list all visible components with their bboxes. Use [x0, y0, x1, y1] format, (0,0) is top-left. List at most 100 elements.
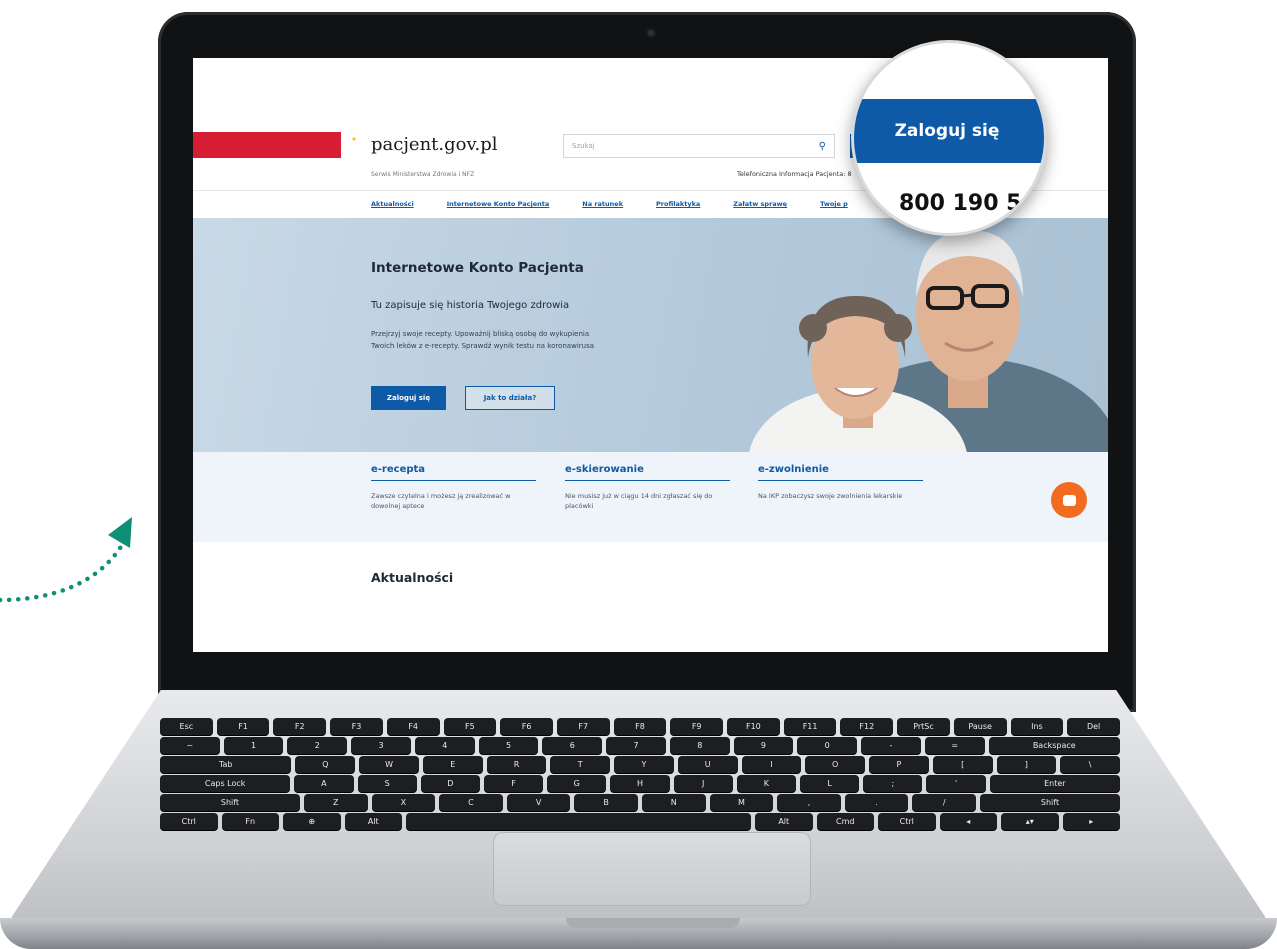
card-title[interactable]: e-recepta	[371, 464, 536, 481]
key[interactable]: X	[371, 794, 436, 811]
key[interactable]: \	[1060, 756, 1120, 773]
key[interactable]: Z	[303, 794, 368, 811]
key[interactable]: ,	[777, 794, 841, 811]
key[interactable]: 9	[733, 737, 794, 754]
key[interactable]: F10	[727, 718, 780, 735]
key[interactable]: Y	[614, 756, 674, 773]
card-title[interactable]: e-zwolnienie	[758, 464, 923, 481]
chat-button[interactable]	[1051, 482, 1087, 518]
key[interactable]: -	[861, 737, 921, 754]
nav-item-profilaktyka[interactable]: Profilaktyka	[656, 200, 700, 208]
key[interactable]: Pause	[953, 718, 1007, 735]
key[interactable]: F6	[500, 718, 553, 735]
key[interactable]: G	[547, 775, 607, 792]
key[interactable]: N	[641, 794, 706, 811]
key[interactable]: S	[357, 775, 417, 792]
key[interactable]: Ins	[1010, 718, 1064, 735]
key[interactable]: F5	[443, 718, 497, 735]
key[interactable]: C	[439, 794, 503, 811]
nav-item-zalatw-sprawe[interactable]: Załatw sprawę	[733, 200, 787, 208]
key[interactable]: P	[869, 756, 929, 773]
key[interactable]: .	[844, 794, 909, 811]
key[interactable]: W	[359, 756, 419, 773]
key[interactable]: J	[673, 775, 733, 792]
key[interactable]: V	[506, 794, 571, 811]
login-button[interactable]: Zaloguj się	[371, 386, 446, 410]
key[interactable]: F4	[386, 718, 440, 735]
key[interactable]: Alt	[344, 813, 402, 830]
key[interactable]: F1	[216, 718, 270, 735]
card-e-recepta[interactable]: e-recepta Zawsze czytelna i możesz ją zr…	[371, 464, 536, 511]
search-input[interactable]: Szukaj ⚲	[563, 134, 835, 158]
key[interactable]: M	[709, 794, 774, 811]
key[interactable]: D	[420, 775, 480, 792]
key[interactable]: ~	[160, 737, 220, 754]
key[interactable]: PrtSc	[897, 718, 950, 735]
key[interactable]: Esc	[160, 718, 213, 735]
key[interactable]: F8	[613, 718, 667, 735]
key[interactable]: /	[912, 794, 977, 811]
key[interactable]: Shift	[980, 794, 1120, 811]
key[interactable]: =	[924, 737, 985, 754]
key[interactable]: ◂	[939, 813, 997, 830]
key[interactable]: 1	[223, 737, 284, 754]
card-e-skierowanie[interactable]: e-skierowanie Nie musisz już w ciągu 14 …	[565, 464, 730, 511]
how-it-works-button[interactable]: Jak to działa?	[465, 386, 555, 410]
search-icon[interactable]: ⚲	[819, 141, 826, 152]
nav-item-twoje-prawa[interactable]: Twoje p	[820, 200, 848, 208]
key[interactable]: L	[800, 775, 860, 792]
key[interactable]: U	[677, 756, 738, 773]
card-title[interactable]: e-skierowanie	[565, 464, 730, 481]
key[interactable]: Caps Lock	[160, 775, 291, 792]
key[interactable]: ▸	[1062, 813, 1120, 830]
key[interactable]: Tab	[160, 756, 292, 773]
key[interactable]: ⊕	[283, 813, 341, 830]
nav-item-ikp[interactable]: Internetowe Konto Pacjenta	[447, 200, 550, 208]
key[interactable]: F	[483, 775, 544, 792]
key[interactable]: O	[805, 756, 866, 773]
key[interactable]: 3	[351, 737, 411, 754]
key[interactable]: F12	[840, 718, 894, 735]
key[interactable]: ▴▾	[1001, 813, 1059, 830]
key[interactable]: Fn	[221, 813, 279, 830]
key[interactable]: 0	[797, 737, 858, 754]
key[interactable]: Q	[295, 756, 356, 773]
card-e-zwolnienie[interactable]: e-zwolnienie Na IKP zobaczysz swoje zwol…	[758, 464, 923, 501]
nav-item-na-ratunek[interactable]: Na ratunek	[582, 200, 623, 208]
key[interactable]: H	[610, 775, 670, 792]
key[interactable]: 7	[606, 737, 666, 754]
key[interactable]: F3	[330, 718, 383, 735]
key[interactable]: [	[932, 756, 993, 773]
key[interactable]: F11	[783, 718, 837, 735]
key[interactable]: Del	[1067, 718, 1120, 735]
key[interactable]: 8	[669, 737, 730, 754]
key[interactable]: 4	[414, 737, 475, 754]
space-key[interactable]	[406, 813, 751, 830]
site-logo[interactable]: pacjent.gov.pl	[371, 134, 498, 155]
key[interactable]: Ctrl	[160, 813, 218, 830]
key[interactable]: T	[550, 756, 611, 773]
key[interactable]: ;	[863, 775, 923, 792]
trackpad[interactable]	[493, 832, 811, 906]
key[interactable]: Backspace	[988, 737, 1120, 754]
key[interactable]: K	[736, 775, 797, 792]
key[interactable]: F9	[670, 718, 724, 735]
key[interactable]: A	[294, 775, 354, 792]
nav-item-aktualnosci[interactable]: Aktualności	[371, 200, 414, 208]
key[interactable]: I	[741, 756, 802, 773]
key[interactable]: Shift	[160, 794, 300, 811]
magnified-login-button[interactable]: Zaloguj się	[854, 99, 1044, 163]
key[interactable]: F7	[556, 718, 610, 735]
key[interactable]: Ctrl	[878, 813, 936, 830]
key[interactable]: 2	[287, 737, 348, 754]
key[interactable]: 6	[542, 737, 603, 754]
key[interactable]: E	[422, 756, 483, 773]
key[interactable]: Alt	[755, 813, 813, 830]
key[interactable]: R	[486, 756, 547, 773]
key[interactable]: 5	[478, 737, 539, 754]
key[interactable]: F2	[273, 718, 327, 735]
key[interactable]: ]	[996, 756, 1057, 773]
key[interactable]: Enter	[989, 775, 1120, 792]
key[interactable]: Cmd	[816, 813, 874, 830]
key[interactable]: B	[574, 794, 638, 811]
